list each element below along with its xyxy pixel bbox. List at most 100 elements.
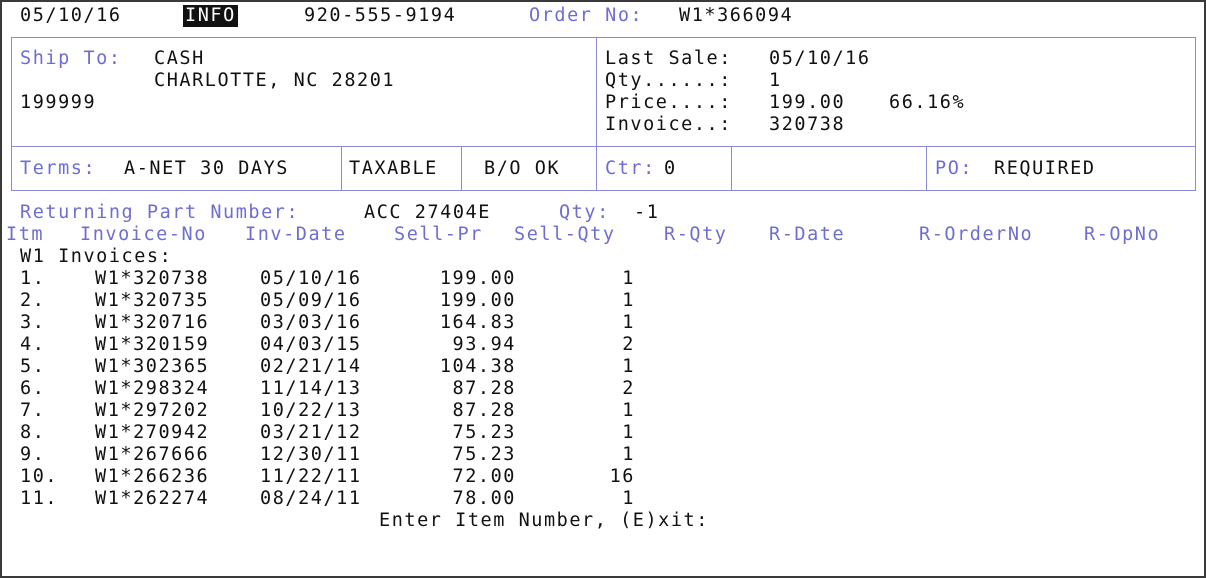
row-invoice-no: W1*298324 [95,378,210,399]
row-invoice-no: W1*297202 [95,400,210,421]
row-item-number: 10. [20,466,59,487]
row-inv-date: 02/21/14 [260,356,362,377]
ship-to-city: CHARLOTTE, NC 28201 [154,70,396,91]
row-sell-price: 75.23 [452,422,516,443]
command-prompt[interactable]: Enter Item Number, (E)xit: [379,510,709,532]
row-item-number: 3. [20,312,46,333]
order-no-value: W1*366094 [679,5,794,26]
row-inv-date: 11/14/13 [260,378,362,399]
po-value: REQUIRED [994,158,1096,179]
panel-divider [596,37,597,191]
col-r-orderno: R-OrderNo [919,224,1034,245]
last-sale-invoice: 320738 [769,114,846,135]
col-r-date: R-Date [769,224,846,245]
last-sale-invoice-label: Invoice..: [605,114,732,135]
row-item-number: 1. [20,268,46,289]
row-sell-price: 78.00 [452,488,516,509]
terms-value: A-NET 30 DAYS [124,158,289,179]
panel-divider [731,146,732,191]
row-sell-price: 199.00 [439,268,516,289]
col-r-opno: R-OpNo [1084,224,1161,245]
row-inv-date: 03/21/12 [260,422,362,443]
row-sell-qty: 1 [622,444,635,465]
po-label: PO: [935,158,974,179]
row-item-number: 6. [20,378,46,399]
ship-to-label: Ship To: [20,48,122,69]
row-sell-price: 93.94 [452,334,516,355]
taxable-status: TAXABLE [349,158,438,179]
row-inv-date: 03/03/16 [260,312,362,333]
row-invoice-no: W1*267666 [95,444,210,465]
row-item-number: 2. [20,290,46,311]
row-invoice-no: W1*262274 [95,488,210,509]
ctr-value: 0 [664,158,677,179]
header-date: 05/10/16 [20,5,122,26]
row-inv-date: 12/30/11 [260,444,362,465]
row-sell-qty: 1 [622,356,635,377]
row-sell-price: 87.28 [452,378,516,399]
returning-part-label: Returning Part Number: [20,202,300,223]
row-sell-qty: 1 [622,268,635,289]
row-inv-date: 08/24/11 [260,488,362,509]
last-sale-qty-label: Qty......: [605,70,732,91]
panel-divider [926,146,927,191]
row-item-number: 7. [20,400,46,421]
col-invoice-no: Invoice-No [80,224,207,245]
returning-part-number: ACC 27404E [364,202,491,223]
order-no-label: Order No: [529,5,644,26]
mode-indicator: INFO [183,5,238,27]
row-sell-qty: 1 [622,422,635,443]
ship-to-account: 199999 [20,92,97,113]
row-sell-price: 75.23 [452,444,516,465]
row-invoice-no: W1*320735 [95,290,210,311]
row-sell-qty: 16 [609,466,635,487]
row-invoice-no: W1*270942 [95,422,210,443]
row-item-number: 5. [20,356,46,377]
row-invoice-no: W1*320159 [95,334,210,355]
row-sell-price: 72.00 [452,466,516,487]
row-item-number: 9. [20,444,46,465]
terminal-screen: 05/10/16 INFO 920-555-9194 Order No: W1*… [0,0,1206,578]
row-inv-date: 11/22/11 [260,466,362,487]
panel-divider [341,146,342,191]
last-sale-price-label: Price....: [605,92,732,113]
row-sell-qty: 2 [622,334,635,355]
col-itm: Itm [6,224,45,245]
panel-divider [461,146,462,191]
returning-qty-label: Qty: [559,202,610,223]
row-sell-qty: 1 [622,312,635,333]
panel-divider [11,146,1196,147]
row-inv-date: 05/10/16 [260,268,362,289]
row-item-number: 11. [20,488,59,509]
col-r-qty: R-Qty [664,224,728,245]
ship-to-name: CASH [154,48,205,69]
row-inv-date: 10/22/13 [260,400,362,421]
row-invoice-no: W1*320738 [95,268,210,289]
row-sell-price: 104.38 [439,356,516,377]
last-sale-margin: 66.16% [889,92,966,113]
terms-label: Terms: [20,158,97,179]
row-sell-qty: 1 [622,290,635,311]
row-sell-price: 199.00 [439,290,516,311]
invoice-group-label: W1 Invoices: [20,246,173,267]
row-item-number: 8. [20,422,46,443]
row-inv-date: 05/09/16 [260,290,362,311]
row-invoice-no: W1*302365 [95,356,210,377]
row-sell-qty: 1 [622,400,635,421]
returning-qty: -1 [634,202,660,223]
row-sell-qty: 2 [622,378,635,399]
row-item-number: 4. [20,334,46,355]
last-sale-qty: 1 [769,70,782,91]
row-sell-price: 87.28 [452,400,516,421]
backorder-status: B/O OK [484,158,561,179]
last-sale-label: Last Sale: [605,48,732,69]
col-inv-date: Inv-Date [245,224,347,245]
col-sell-pr: Sell-Pr [394,224,483,245]
ctr-label: Ctr: [605,158,656,179]
row-sell-qty: 1 [622,488,635,509]
last-sale-price: 199.00 [769,92,846,113]
last-sale-date: 05/10/16 [769,48,871,69]
row-inv-date: 04/03/15 [260,334,362,355]
row-sell-price: 164.83 [439,312,516,333]
header-phone: 920-555-9194 [304,5,457,26]
